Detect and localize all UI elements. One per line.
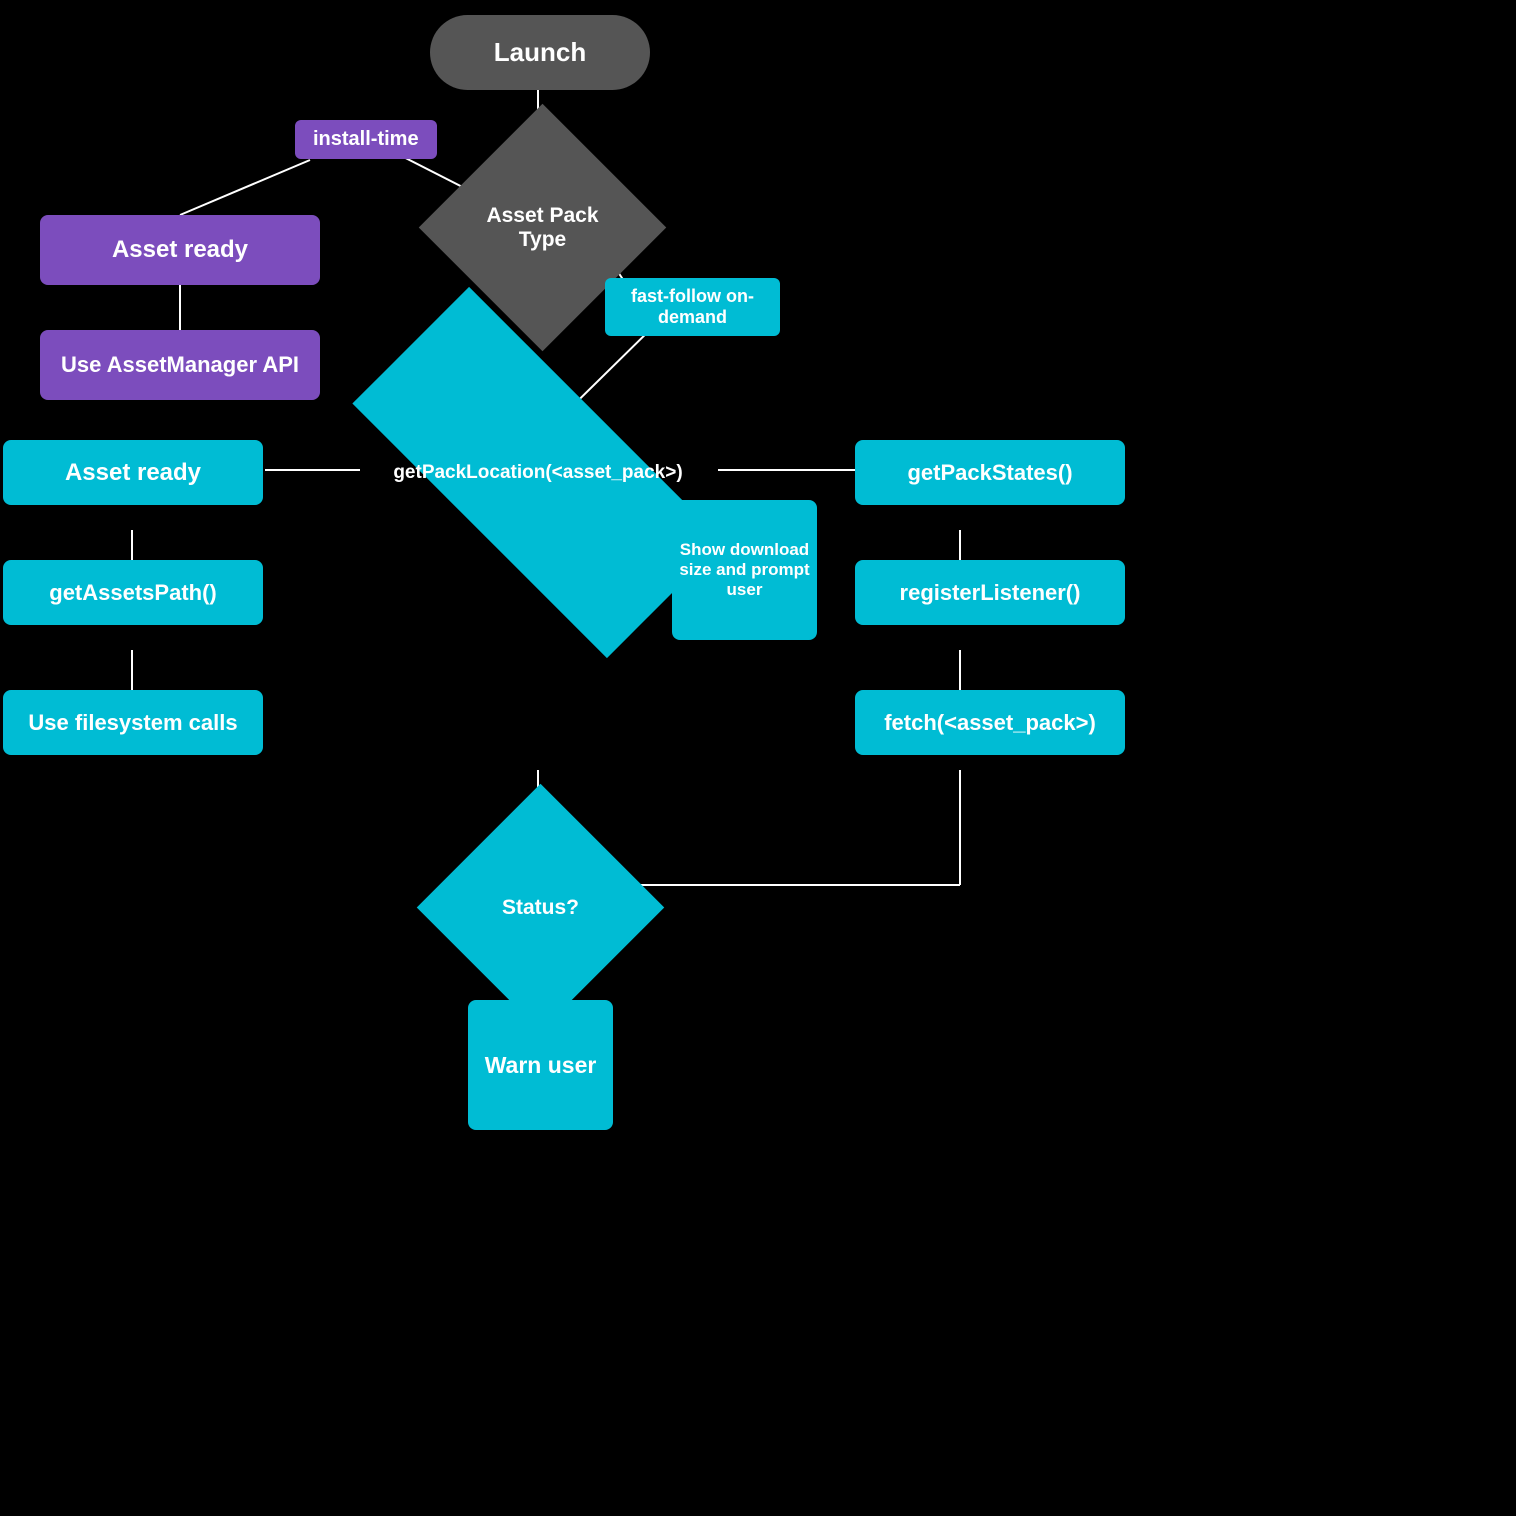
use-filesystem-calls: Use filesystem calls — [3, 690, 263, 755]
get-pack-states: getPackStates() — [855, 440, 1125, 505]
asset-ready-2: Asset ready — [3, 440, 263, 505]
register-listener: registerListener() — [855, 560, 1125, 625]
warn-user: Warn user — [468, 1000, 613, 1130]
asset-pack-type-diamond: Asset Pack Type — [455, 140, 630, 315]
get-pack-location-diamond: getPackLocation(<asset_pack>) — [358, 390, 718, 555]
launch-node: Launch — [430, 15, 650, 90]
status-diamond: Status? — [453, 820, 628, 995]
fast-follow-label: fast-follow on-demand — [605, 278, 780, 336]
use-asset-manager: Use AssetManager API — [40, 330, 320, 400]
asset-ready-1: Asset ready — [40, 215, 320, 285]
fetch-asset-pack: fetch(<asset_pack>) — [855, 690, 1125, 755]
install-time-label: install-time — [295, 120, 437, 159]
get-assets-path: getAssetsPath() — [3, 560, 263, 625]
